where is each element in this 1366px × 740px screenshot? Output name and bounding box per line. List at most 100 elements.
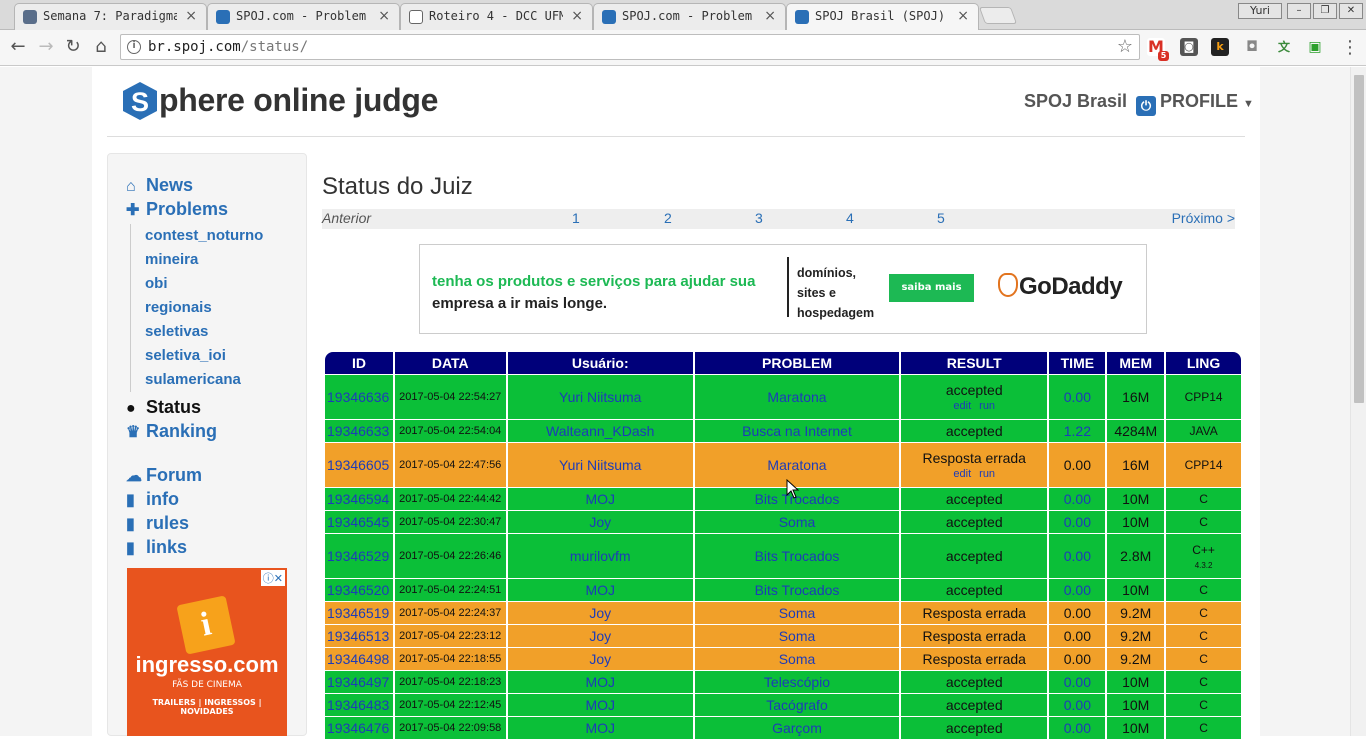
nav-sub-mineira[interactable]: mineira <box>145 251 198 268</box>
cell-time-text[interactable]: 1.22 <box>1064 423 1091 439</box>
cell-problem[interactable]: Soma <box>694 511 900 533</box>
new-tab-button[interactable] <box>978 7 1018 24</box>
nav-sub-seletivas[interactable]: seletivas <box>145 323 208 340</box>
cell-problem-text[interactable]: Bits Trocados <box>755 548 840 564</box>
cell-problem-text[interactable]: Telescópio <box>764 674 830 690</box>
ad-godaddy[interactable]: tenha os produtos e serviços para ajudar… <box>419 244 1147 334</box>
close-window-icon[interactable]: ✕ <box>1339 3 1363 19</box>
browser-tab[interactable]: SPOJ.com - Problem × <box>593 3 786 30</box>
cell-user-text[interactable]: MOJ <box>585 697 615 713</box>
cell-user-text[interactable]: Walteann_KDash <box>546 423 654 439</box>
cell-id[interactable]: 19346594 <box>325 488 393 510</box>
cell-user[interactable]: MOJ <box>507 671 693 693</box>
cell-id[interactable]: 19346633 <box>325 420 393 442</box>
cell-user-text[interactable]: Joy <box>589 628 611 644</box>
col-user[interactable]: Usuário: <box>507 352 693 374</box>
ad-choices-icon[interactable]: ⓘ✕ <box>260 570 285 586</box>
nav-sub-regionais[interactable]: regionais <box>145 299 212 316</box>
cell-time[interactable]: 1.22 <box>1049 420 1106 442</box>
back-icon[interactable]: ← <box>7 36 29 57</box>
cell-problem[interactable]: Telescópio <box>694 671 900 693</box>
cell-id[interactable]: 19346636 <box>325 375 393 419</box>
cell-id[interactable]: 19346520 <box>325 579 393 601</box>
cell-id-text[interactable]: 19346545 <box>327 514 389 530</box>
cell-time[interactable]: 0.00 <box>1049 534 1106 578</box>
cell-problem[interactable]: Soma <box>694 648 900 670</box>
pager-next[interactable]: Próximo > <box>1172 210 1235 226</box>
profile-menu[interactable]: ⏻ PROFILE ▼ <box>1136 91 1254 116</box>
nav-sub-obi[interactable]: obi <box>145 275 168 292</box>
browser-tab[interactable]: Roteiro 4 - DCC UFM × <box>400 3 593 30</box>
nav-problems[interactable]: ✚ Problems <box>126 199 228 220</box>
close-icon[interactable]: × <box>764 8 776 24</box>
cell-time[interactable]: 0.00 <box>1049 602 1106 624</box>
keep-icon[interactable]: ◙ <box>1180 38 1198 56</box>
cell-time-text[interactable]: 0.00 <box>1064 720 1091 736</box>
close-icon[interactable]: × <box>957 8 969 24</box>
cell-user-text[interactable]: MOJ <box>585 720 615 736</box>
cell-user-text[interactable]: murilovfm <box>570 548 631 564</box>
nav-sub-contest-noturno[interactable]: contest_noturno <box>145 227 263 244</box>
cell-user[interactable]: Yuri Niitsuma <box>507 443 693 487</box>
col-id[interactable]: ID <box>325 352 393 374</box>
minimize-icon[interactable]: – <box>1287 3 1311 19</box>
cell-time[interactable]: 0.00 <box>1049 579 1106 601</box>
close-icon[interactable]: × <box>185 8 197 24</box>
cell-user-text[interactable]: MOJ <box>585 582 615 598</box>
pager-page[interactable]: 5 <box>937 210 945 226</box>
cell-id[interactable]: 19346519 <box>325 602 393 624</box>
cell-user-text[interactable]: MOJ <box>585 491 615 507</box>
cell-time-text[interactable]: 0.00 <box>1064 389 1091 405</box>
nav-rules[interactable]: ▮ rules <box>126 513 189 534</box>
cell-id-text[interactable]: 19346520 <box>327 582 389 598</box>
cell-id[interactable]: 19346498 <box>325 648 393 670</box>
cell-problem-text[interactable]: Tacógrafo <box>766 697 827 713</box>
cell-problem-text[interactable]: Busca na Internet <box>742 423 852 439</box>
cell-id[interactable]: 19346605 <box>325 443 393 487</box>
cell-time[interactable]: 0.00 <box>1049 443 1106 487</box>
cell-user[interactable]: Walteann_KDash <box>507 420 693 442</box>
cell-id-text[interactable]: 19346529 <box>327 548 389 564</box>
cell-user[interactable]: MOJ <box>507 488 693 510</box>
cell-id[interactable]: 19346513 <box>325 625 393 647</box>
cell-id[interactable]: 19346545 <box>325 511 393 533</box>
cell-user-text[interactable]: Yuri Niitsuma <box>559 457 641 473</box>
cell-time[interactable]: 0.00 <box>1049 625 1106 647</box>
cell-problem-text[interactable]: Maratona <box>767 457 826 473</box>
cell-id-text[interactable]: 19346476 <box>327 720 389 736</box>
scrollbar[interactable] <box>1350 67 1366 736</box>
cell-user[interactable]: murilovfm <box>507 534 693 578</box>
cell-problem[interactable]: Maratona <box>694 375 900 419</box>
cell-time[interactable]: 0.00 <box>1049 694 1106 716</box>
nav-forum[interactable]: ☁ Forum <box>126 465 202 486</box>
cell-user-text[interactable]: Yuri Niitsuma <box>559 389 641 405</box>
cell-id-text[interactable]: 19346497 <box>327 674 389 690</box>
cell-time-text[interactable]: 0.00 <box>1064 491 1091 507</box>
browser-tab[interactable]: SPOJ.com - Problem × <box>207 3 400 30</box>
browser-tab-active[interactable]: SPOJ Brasil (SPOJ) × <box>786 3 979 31</box>
nav-status[interactable]: ● Status <box>126 397 201 418</box>
pager-page[interactable]: 4 <box>846 210 854 226</box>
bookmark-star-icon[interactable]: ☆ <box>1117 36 1133 57</box>
cell-problem[interactable]: Busca na Internet <box>694 420 900 442</box>
nav-info[interactable]: ▮ info <box>126 489 179 510</box>
cell-problem[interactable]: Bits Trocados <box>694 534 900 578</box>
nav-links[interactable]: ▮ links <box>126 537 187 558</box>
close-icon[interactable]: × <box>378 8 390 24</box>
tv-icon[interactable]: ▣ <box>1306 38 1324 56</box>
scrollbar-thumb[interactable] <box>1354 75 1364 403</box>
col-time[interactable]: TIME <box>1049 352 1106 374</box>
cell-user-text[interactable]: Joy <box>589 651 611 667</box>
cell-id-text[interactable]: 19346594 <box>327 491 389 507</box>
cell-id-text[interactable]: 19346519 <box>327 605 389 621</box>
forward-icon[interactable]: → <box>35 36 57 57</box>
k-icon[interactable]: k <box>1211 38 1229 56</box>
cell-id[interactable]: 19346497 <box>325 671 393 693</box>
cell-time[interactable]: 0.00 <box>1049 375 1106 419</box>
cell-user[interactable]: Joy <box>507 511 693 533</box>
cell-id-text[interactable]: 19346513 <box>327 628 389 644</box>
cell-id-text[interactable]: 19346498 <box>327 651 389 667</box>
cell-problem-text[interactable]: Soma <box>779 514 816 530</box>
cell-time[interactable]: 0.00 <box>1049 511 1106 533</box>
cell-time-text[interactable]: 0.00 <box>1064 674 1091 690</box>
